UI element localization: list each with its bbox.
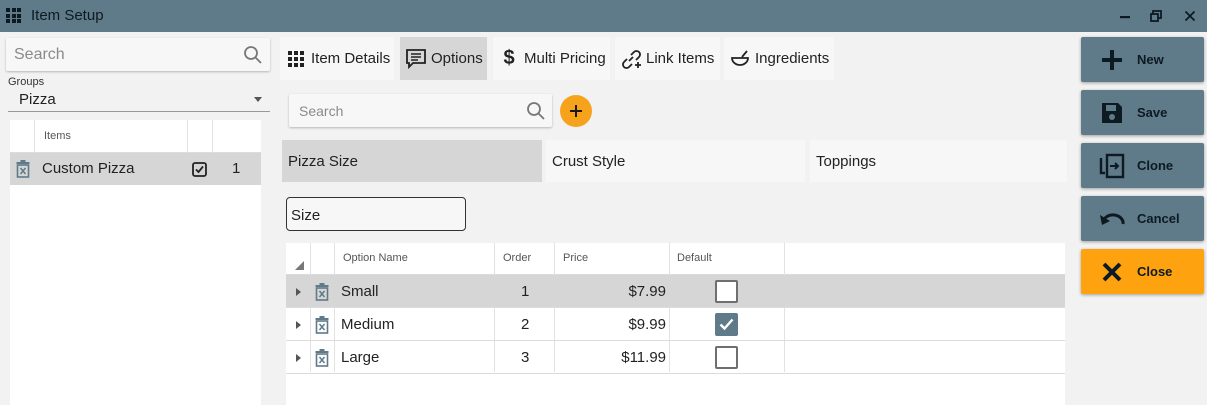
options-table-header: Option Name Order Price Default [286,243,1065,275]
table-row[interactable]: Large 3 $11.99 [286,341,1065,374]
items-list: Items Custom Pizza 1 [10,120,261,405]
clone-button[interactable]: Clone [1081,143,1204,188]
items-search-input[interactable] [14,44,234,66]
column-header-option-name[interactable]: Option Name [343,252,408,264]
item-active-checkbox[interactable] [192,162,207,177]
option-order: 3 [521,349,530,366]
dollar-icon: $ [503,47,515,69]
close-icon [1184,10,1196,22]
trash-icon[interactable] [315,349,329,367]
options-table: Option Name Order Price Default Small 1 … [286,243,1065,405]
tab-label: Link Items [646,50,715,67]
check-icon [719,318,734,331]
save-icon [1102,103,1122,123]
option-price: $11.99 [621,349,666,366]
default-checkbox[interactable] [715,346,738,369]
restore-icon [1150,10,1162,22]
list-item[interactable]: Custom Pizza 1 [10,153,261,185]
column-header-price[interactable]: Price [563,252,588,264]
option-name: Large [341,349,380,366]
chevron-down-icon [254,97,262,102]
table-row[interactable]: Small 1 $7.99 [286,275,1065,308]
undo-icon [1100,213,1125,225]
trash-icon[interactable] [315,316,329,334]
expand-row-icon[interactable] [296,288,301,296]
option-group-toppings[interactable]: Toppings [810,140,1067,182]
cancel-button[interactable]: Cancel [1081,196,1204,241]
default-checkbox[interactable] [715,280,738,303]
option-group-crust-style[interactable]: Crust Style [546,140,805,182]
new-button-label: New [1137,52,1164,67]
sort-corner-icon [295,261,304,270]
expand-row-icon[interactable] [296,321,301,329]
default-checkbox[interactable] [715,313,738,336]
bowl-icon [729,48,751,70]
add-option-group-button[interactable] [560,95,592,127]
plus-icon [570,105,582,117]
tab-label: Item Details [311,50,391,67]
groups-selected-value: Pizza [19,91,56,108]
option-group-label: Crust Style [552,153,626,170]
options-search-input[interactable] [299,102,519,120]
items-search-box[interactable] [6,38,270,71]
title-bar: Item Setup [0,0,1207,32]
tab-item-details[interactable]: Item Details [280,37,394,80]
option-name: Medium [341,316,395,333]
column-header-order[interactable]: Order [503,252,531,264]
option-price: $9.99 [628,316,666,333]
expand-row-icon[interactable] [296,354,301,362]
restore-button[interactable] [1141,4,1171,28]
link-add-icon [620,48,642,70]
tab-options[interactable]: Options [400,37,487,80]
tab-link-items[interactable]: Link Items [615,37,720,80]
option-group-label: Toppings [816,153,877,170]
grid-icon [285,48,307,70]
trash-icon[interactable] [16,160,30,178]
trash-icon[interactable] [315,283,329,301]
items-list-header: Items [10,120,261,153]
search-icon[interactable] [526,101,546,121]
save-button-label: Save [1137,105,1168,120]
new-button[interactable]: New [1081,37,1204,82]
option-group-name-field[interactable] [286,197,466,231]
option-group-pizza-size[interactable]: Pizza Size [282,140,542,182]
option-price: $7.99 [628,283,666,300]
cancel-button-label: Cancel [1137,211,1180,226]
items-column-header: Items [44,130,71,142]
minimize-button[interactable] [1110,4,1140,28]
options-search-box[interactable] [289,94,552,127]
close-x-icon [1102,262,1122,282]
close-button-label: Close [1137,264,1173,279]
plus-icon [1102,50,1122,70]
column-header-default[interactable]: Default [677,252,712,264]
tab-label: Options [431,50,483,67]
option-group-name-input[interactable] [291,206,459,224]
minimize-icon [1120,16,1130,19]
window-title: Item Setup [31,7,104,24]
close-window-button[interactable] [1175,4,1205,28]
table-row[interactable]: Medium 2 $9.99 [286,308,1065,341]
clone-button-label: Clone [1137,158,1174,173]
option-order: 2 [521,316,530,333]
option-name: Small [341,283,379,300]
search-icon[interactable] [243,45,263,65]
options-list-icon [405,48,427,70]
app-grid-icon [6,8,21,23]
close-button[interactable]: Close [1081,249,1204,294]
option-order: 1 [521,283,530,300]
tab-label: Ingredients [755,50,830,67]
tab-multi-pricing[interactable]: $ Multi Pricing [493,37,610,80]
groups-dropdown[interactable]: Pizza [8,88,270,112]
tab-ingredients[interactable]: Ingredients [724,37,834,80]
item-order: 1 [232,160,241,177]
save-button[interactable]: Save [1081,90,1204,135]
tab-label: Multi Pricing [524,50,606,67]
item-name: Custom Pizza [42,160,135,177]
groups-label: Groups [8,76,45,88]
option-group-label: Pizza Size [288,153,359,170]
clone-icon [1099,153,1125,179]
